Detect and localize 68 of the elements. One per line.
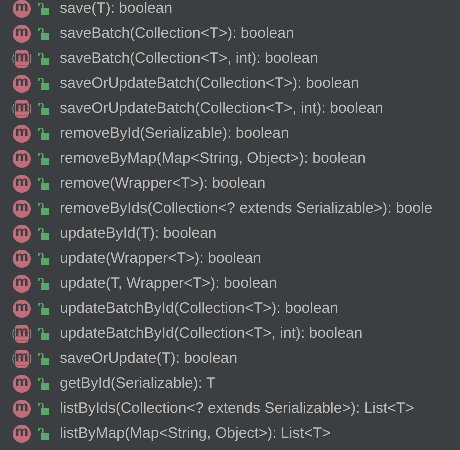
method-item[interactable]: m update(Wrapper<T>): boolean [0,246,460,271]
method-item[interactable]: m removeByMap(Map<String, Object>): boolean [0,146,460,171]
unlocked-icon [38,402,50,414]
method-badge-icon: m [11,74,33,92]
method-item[interactable]: m updateBatchById(Collection<T>, int): boolean [0,321,460,346]
method-signature: remove(Wrapper<T>): boolean [60,175,266,192]
unlocked-icon [38,202,50,214]
method-badge-icon: m [11,274,33,292]
unlocked-icon [38,228,50,240]
method-signature: updateById(T): boolean [60,225,217,242]
method-signature: saveOrUpdateBatch(Collection<T>, int): boolean [60,100,384,117]
method-badge-icon: m [11,400,33,418]
method-signature: listByMap(Map<String, Object>): List<T> [60,425,331,442]
method-item[interactable]: m removeById(Serializable): boolean [0,121,460,146]
method-badge-icon: m [11,300,33,318]
method-signature: removeByIds(Collection<? extends Serializable>): boole [60,200,433,217]
method-badge-icon: m [11,24,33,42]
method-signature: getById(Serializable): T [60,375,216,392]
method-signature: saveOrUpdateBatch(Collection<T>): boolean [60,75,360,92]
method-item[interactable]: m update(T, Wrapper<T>): boolean [0,271,460,296]
unlocked-icon [38,102,50,114]
method-signature: saveOrUpdate(T): boolean [60,350,238,367]
unlocked-icon [38,328,50,340]
unlocked-icon [38,278,50,290]
method-badge-icon: m [11,200,33,218]
method-signature: save(T): boolean [60,0,173,17]
method-badge-icon: m [11,150,33,168]
unlocked-icon [38,178,50,190]
method-signature: update(Wrapper<T>): boolean [60,250,262,267]
unlocked-icon [38,302,50,314]
unlocked-icon [38,428,50,440]
unlocked-icon [38,78,50,90]
method-item[interactable]: m remove(Wrapper<T>): boolean [0,171,460,196]
unlocked-icon [38,352,50,364]
method-item[interactable]: m saveBatch(Collection<T>, int): boolean [0,46,460,71]
unlocked-icon [38,52,50,64]
method-item[interactable]: m save(T): boolean [0,0,460,21]
unlocked-icon [38,2,50,14]
unlocked-icon [38,128,50,140]
method-item[interactable]: m removeByIds(Collection<? extends Serializable>): boole [0,196,460,221]
method-item[interactable]: m saveOrUpdateBatch(Collection<T>, int): boolean [0,96,460,121]
method-item[interactable]: m saveOrUpdateBatch(Collection<T>): boolean [0,71,460,96]
method-signature: update(T, Wrapper<T>): boolean [60,275,278,292]
method-badge-icon: m [11,0,33,18]
method-badge-icon: m [11,174,33,192]
method-item[interactable]: m saveOrUpdate(T): boolean [0,346,460,371]
method-item[interactable]: m listByIds(Collection<? extends Serializable>): List<T> [0,396,460,421]
unlocked-icon [38,152,50,164]
method-item[interactable]: m listByMap(Map<String, Object>): List<T> [0,421,460,446]
method-signature: updateBatchById(Collection<T>, int): boolean [60,325,363,342]
method-signature: removeById(Serializable): boolean [60,125,290,142]
unlocked-icon [38,252,50,264]
method-signature: saveBatch(Collection<T>, int): boolean [60,50,318,67]
method-item[interactable]: m saveBatch(Collection<T>): boolean [0,21,460,46]
method-badge-icon: m [11,374,33,392]
unlocked-icon [38,378,50,390]
unlocked-icon [38,28,50,40]
method-signature: removeByMap(Map<String, Object>): boolean [60,150,366,167]
method-signature: updateBatchById(Collection<T>): boolean [60,300,339,317]
method-signature: saveBatch(Collection<T>): boolean [60,25,294,42]
method-badge-icon: m [11,124,33,142]
method-badge-icon: m [11,250,33,268]
method-signature: listByIds(Collection<? extends Serializable>): List<T> [60,400,414,417]
method-item[interactable]: m getById(Serializable): T [0,371,460,396]
method-badge-icon: m [11,424,33,442]
method-item[interactable]: m updateBatchById(Collection<T>): boolean [0,296,460,321]
method-item[interactable]: m updateById(T): boolean [0,221,460,246]
method-badge-icon: m [11,224,33,242]
